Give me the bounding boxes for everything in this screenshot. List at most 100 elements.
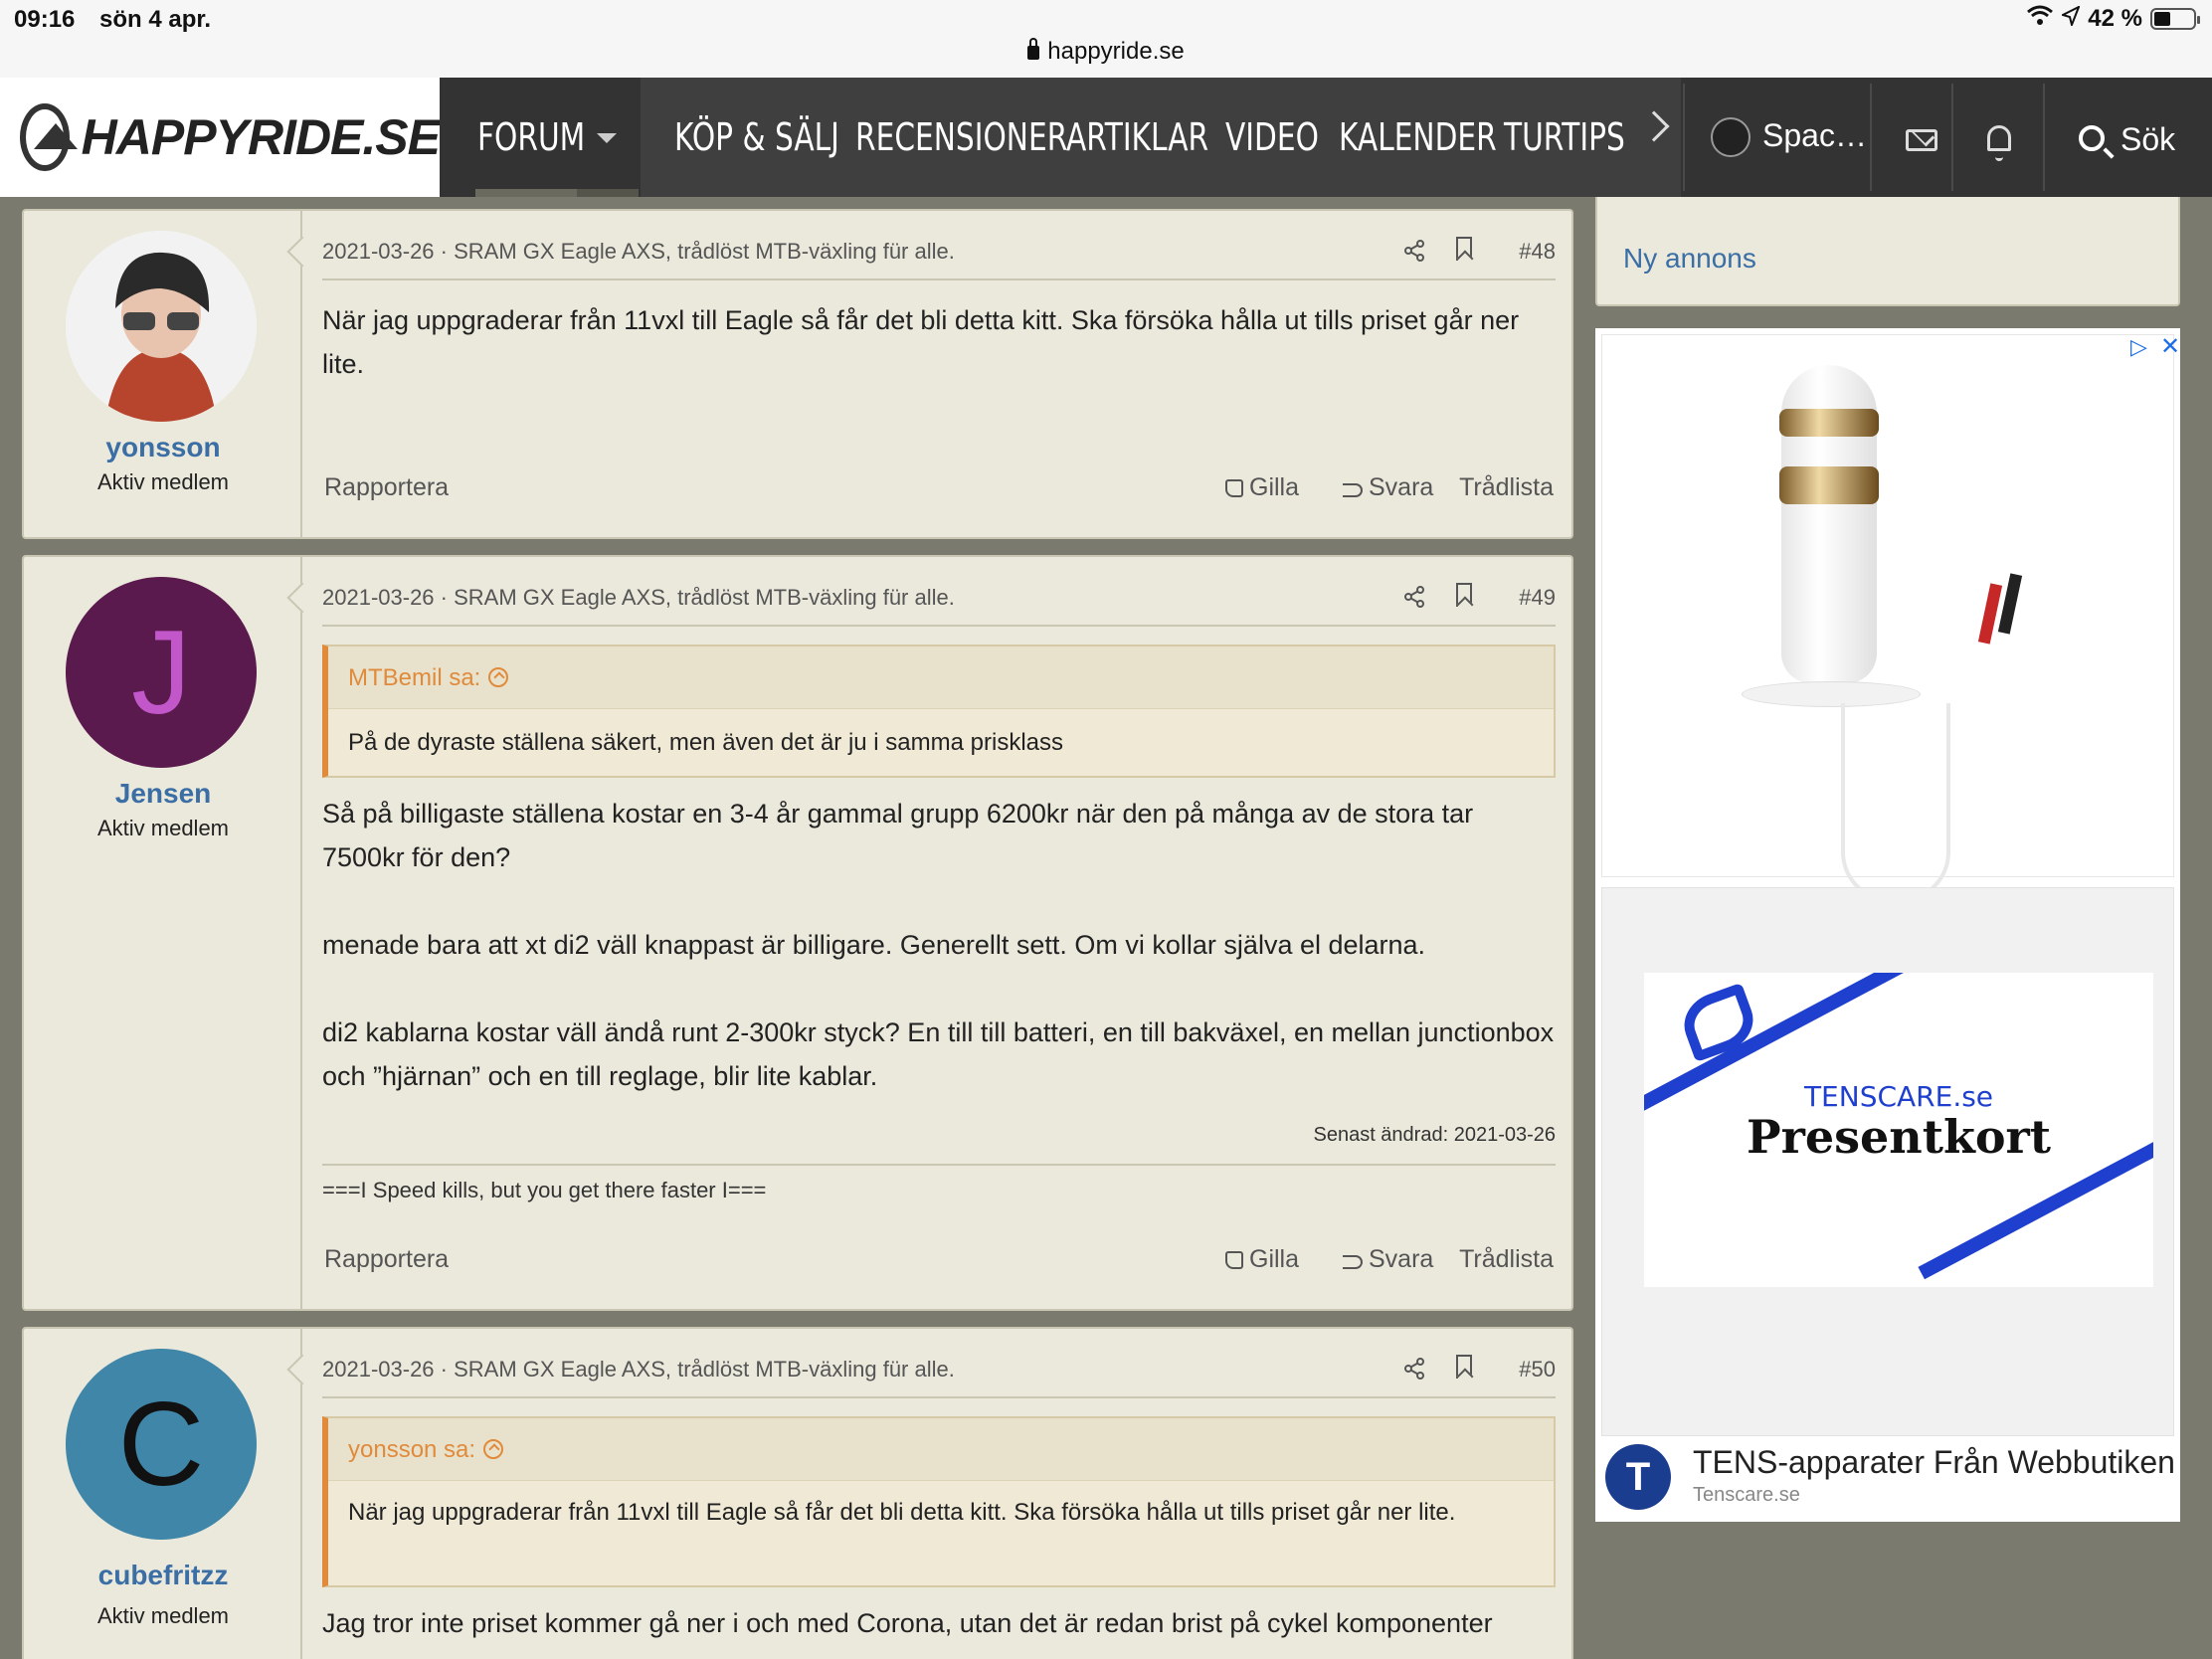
nav-forum-underline [475,189,577,197]
share-icon[interactable] [1402,239,1426,263]
ad-headline[interactable]: TENS-apparater Från Webbutiken [1693,1444,2175,1481]
post-thread-title[interactable]: SRAM GX Eagle AXS, trådlöst MTB-växling … [454,585,955,610]
post-number[interactable]: #49 [1519,585,1556,611]
nav-item-kalender[interactable]: KALENDER [1339,115,1497,159]
ad-choices-icon[interactable]: ▷ [2130,334,2147,360]
avatar[interactable]: C [66,1349,257,1540]
edited-note: Senast ändrad: 2021-03-26 [1313,1124,1556,1146]
ad-product-image[interactable] [1601,334,2174,902]
url-text: happyride.se [1047,38,1185,65]
product-pin [1977,583,2003,645]
mountain-logo-icon [20,103,78,171]
chevron-right-icon[interactable] [1638,110,1670,142]
bell-icon[interactable] [1987,125,2011,161]
quote-block: MTBemil sa: På de dyraste ställena säker… [322,645,1556,778]
battery-percent: 42 % [2088,4,2142,32]
post-header: 2021-03-26 · SRAM GX Eagle AXS, trådlöst… [322,1353,1556,1398]
username[interactable]: Jensen [24,778,302,810]
nav-item-video[interactable]: VIDEO [1225,115,1319,159]
post-header: 2021-03-26 · SRAM GX Eagle AXS, trådlöst… [322,235,1556,280]
thread-list-link[interactable]: Trådlista [1459,473,1554,502]
reply-button[interactable]: Svara [1343,473,1433,502]
post-meta[interactable]: 2021-03-26 · SRAM GX Eagle AXS, trådlöst… [322,239,955,265]
bookmark-icon[interactable] [1456,237,1472,261]
share-icon[interactable] [1402,585,1426,609]
lock-icon [1027,38,1040,60]
post-number[interactable]: #50 [1519,1357,1556,1382]
post-message-paragraph: di2 kablarna kostar väll ändå runt 2-300… [322,1017,1555,1091]
post-thread-title[interactable]: SRAM GX Eagle AXS, trådlöst MTB-växling … [454,1357,955,1382]
nav-item-turtips[interactable]: TURTIPS [1504,115,1625,159]
share-icon[interactable] [1402,1357,1426,1381]
avatar[interactable] [66,231,257,422]
post-50: C cubefritzz Aktiv medlem 2021-03-26 · S… [22,1327,1573,1659]
post-date[interactable]: 2021-03-26 [322,1357,435,1382]
search-label[interactable]: Sök [2120,121,2175,158]
signature-divider [322,1164,1556,1166]
post-user-info: C cubefritzz Aktiv medlem [24,1329,302,1659]
bookmark-icon[interactable] [1456,583,1472,607]
product-wire [1841,703,1950,902]
gift-brand: TENSCARE.se [1803,1080,1994,1113]
ad-domain[interactable]: Tenscare.se [1693,1484,1800,1507]
arrow-up-circle-icon[interactable] [488,666,509,687]
reply-button[interactable]: Svara [1343,1245,1433,1274]
nav-item-forum[interactable]: FORUM [477,115,585,159]
thread-list-link[interactable]: Trådlista [1459,1245,1554,1274]
close-icon[interactable]: ✕ [2160,332,2180,361]
chevron-down-icon[interactable] [597,133,617,143]
product-band [1779,409,1879,437]
avatar-letter: J [131,606,191,739]
location-icon [2060,4,2082,33]
post-date[interactable]: 2021-03-26 [322,239,435,264]
product-pin [1997,573,2023,635]
quote-author[interactable]: yonsson sa: [348,1436,504,1464]
nav-divider [1870,84,1872,191]
status-time: 09:16 [14,6,76,33]
avatar[interactable]: J [66,577,257,768]
like-button[interactable]: Gilla [1225,1245,1299,1274]
user-avatar[interactable] [1711,117,1751,157]
gift-title: Presentkort [1747,1110,2051,1164]
bookmark-icon[interactable] [1456,1355,1472,1379]
nav-item-artiklar[interactable]: ARTIKLAR [1066,115,1208,159]
status-indicators: 42 % [2026,4,2200,33]
post-meta[interactable]: 2021-03-26 · SRAM GX Eagle AXS, trådlöst… [322,585,955,611]
reply-icon [1343,1255,1363,1269]
nav-caret-underline [577,189,639,197]
new-ad-link[interactable]: Ny annons [1623,243,1756,275]
post-number[interactable]: #48 [1519,239,1556,265]
post-thread-title[interactable]: SRAM GX Eagle AXS, trådlöst MTB-växling … [454,239,955,264]
quote-block: yonsson sa: När jag uppgraderar från 11v… [322,1416,1556,1587]
report-link[interactable]: Rapportera [324,473,449,502]
inbox-icon[interactable] [1906,129,1937,151]
nav-item-kop-salj[interactable]: KÖP & SÄLJ [674,115,839,159]
ad-giftcard-image[interactable]: TENSCARE.se Presentkort [1601,887,2174,1436]
thumbs-up-icon [1225,1251,1243,1269]
username[interactable]: cubefritzz [24,1560,302,1591]
advertiser-logo[interactable]: T [1605,1444,1671,1510]
status-date: sön 4 apr. [99,6,212,33]
username[interactable]: yonsson [24,432,302,463]
post-user-info: yonsson Aktiv medlem [24,211,302,537]
signature: ===I Speed kills, but you get there fast… [322,1178,767,1202]
battery-icon [2150,7,2200,30]
arrow-up-circle-icon[interactable] [483,1438,504,1459]
nav-item-recensioner[interactable]: RECENSIONER [855,115,1067,159]
report-link[interactable]: Rapportera [324,1245,449,1274]
thumbs-up-icon [1225,479,1243,497]
advertisement[interactable]: ▷ ✕ TENSCARE.se Presentkort T TENS-appar… [1595,328,2180,1522]
site-logo[interactable]: HAPPYRIDE.SE [0,78,441,197]
main-navigation: HAPPYRIDE.SE FORUM KÖP & SÄLJ RECENSIONE… [0,78,2212,197]
account-name[interactable]: Spac… [1762,117,1867,154]
post-user-info: J Jensen Aktiv medlem [24,557,302,1309]
post-meta[interactable]: 2021-03-26 · SRAM GX Eagle AXS, trådlöst… [322,1357,955,1382]
search-icon[interactable] [2079,125,2105,151]
post-date[interactable]: 2021-03-26 [322,585,435,610]
quote-author[interactable]: MTBemil sa: [348,664,509,692]
address-bar[interactable]: happyride.se [0,38,2212,66]
like-button[interactable]: Gilla [1225,473,1299,502]
user-title: Aktiv medlem [96,816,230,840]
wifi-icon [2026,4,2054,33]
post-49: J Jensen Aktiv medlem 2021-03-26 · SRAM … [22,555,1573,1311]
